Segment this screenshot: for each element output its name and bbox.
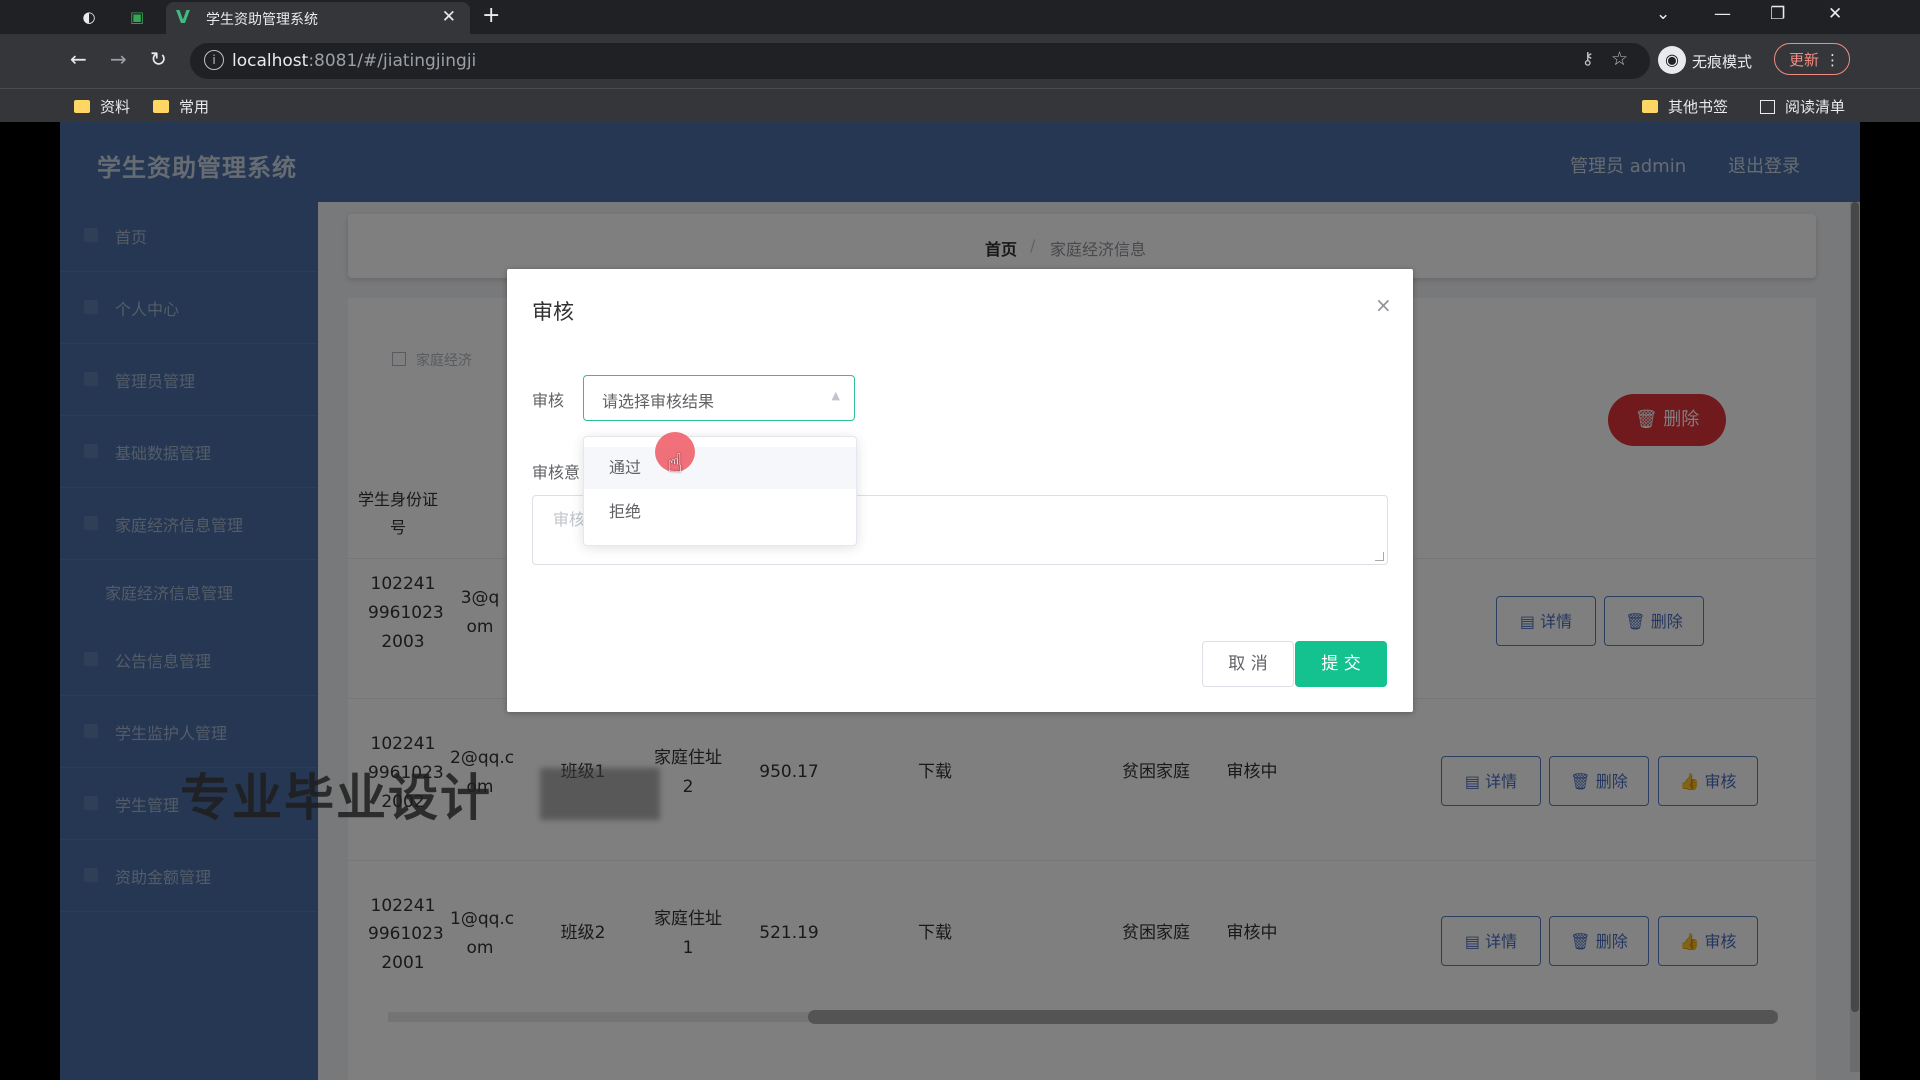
review-result-dropdown: 通过 拒绝 [583, 436, 857, 546]
select-placeholder: 请选择审核结果 [602, 392, 715, 411]
watermark-blur [540, 768, 660, 820]
back-icon[interactable]: ← [70, 47, 87, 71]
page-viewport: 学生资助管理系统 管理员 admin 退出登录 首页 个人中心 管理员管理 基础… [60, 122, 1860, 1080]
reload-icon[interactable]: ↻ [150, 47, 167, 71]
reading-list-label: 阅读清单 [1785, 98, 1846, 116]
password-key-icon[interactable]: ⚷ [1582, 49, 1594, 69]
url-path: :8081/#/jiatingjingji [308, 51, 477, 71]
browser-app-icon[interactable]: ◐ [78, 6, 100, 28]
reading-list-icon [1760, 100, 1775, 114]
incognito-icon: ◉ [1658, 46, 1686, 74]
review-result-select[interactable]: 请选择审核结果 ▲ [583, 375, 855, 421]
folder-icon [74, 100, 90, 113]
bookmark-folder-2[interactable]: 常用 [153, 96, 209, 116]
close-icon[interactable]: × [1375, 293, 1392, 317]
new-tab-button[interactable]: + [482, 3, 500, 28]
watermark-text: 专业毕业设计 [180, 769, 492, 827]
review-dialog: 审核 × 审核 请选择审核结果 ▲ 审核意 审核 通过 拒绝 取 消 提 交 [507, 269, 1413, 712]
bookmark-label: 常用 [179, 98, 210, 116]
opinion-field-label: 审核意 [532, 463, 581, 482]
restore-icon[interactable]: ❐ [1770, 4, 1785, 24]
reading-list[interactable]: 阅读清单 [1760, 96, 1845, 116]
minimize-icon[interactable]: — [1714, 4, 1731, 24]
browser-tab-active[interactable]: V 学生资助管理系统 ✕ [166, 2, 470, 34]
incognito-label: 无痕模式 [1692, 53, 1753, 71]
browser-tab-bar: ◐ ▣ V 学生资助管理系统 ✕ + ⌄ — ❐ ✕ [0, 0, 1920, 34]
tab-search-icon[interactable]: ⌄ [1656, 4, 1670, 24]
menu-dots-icon[interactable]: ⋮ [1825, 44, 1840, 76]
dialog-title: 审核 [532, 300, 574, 324]
bookmark-folder-1[interactable]: 资料 [74, 96, 130, 116]
tab-close-icon[interactable]: ✕ [442, 7, 456, 27]
sheets-tab-icon[interactable]: ▣ [126, 6, 148, 28]
tab-title: 学生资助管理系统 [206, 12, 318, 28]
address-bar: ← → ↻ i localhost:8081/#/jiatingjingji ⚷… [0, 34, 1920, 88]
update-button[interactable]: 更新 ⋮ [1774, 43, 1850, 75]
textarea-placeholder: 审核 [553, 510, 586, 529]
vue-logo-icon: V [176, 7, 190, 28]
bookmark-label: 资料 [100, 98, 131, 116]
url-host: localhost [232, 51, 309, 71]
bookmark-star-icon[interactable]: ☆ [1611, 48, 1628, 70]
review-field-label: 审核 [532, 391, 565, 410]
bookmarks-bar: 资料 常用 其他书签 阅读清单 [0, 88, 1920, 122]
update-label: 更新 [1789, 51, 1820, 69]
site-info-icon[interactable]: i [204, 50, 224, 70]
folder-icon [153, 100, 169, 113]
url-field[interactable]: i localhost:8081/#/jiatingjingji ⚷ ☆ [190, 43, 1650, 79]
cancel-button[interactable]: 取 消 [1202, 641, 1294, 687]
folder-icon [1642, 100, 1658, 113]
option-reject[interactable]: 拒绝 [584, 491, 856, 533]
option-approve[interactable]: 通过 [584, 447, 856, 489]
resize-handle-icon[interactable] [1375, 552, 1384, 561]
hand-cursor-icon: ☝ [667, 449, 683, 479]
submit-button[interactable]: 提 交 [1295, 641, 1387, 687]
chevron-up-icon: ▲ [831, 389, 840, 402]
other-bookmarks[interactable]: 其他书签 [1642, 96, 1728, 116]
other-bookmarks-label: 其他书签 [1668, 98, 1729, 116]
window-close-icon[interactable]: ✕ [1828, 4, 1842, 24]
forward-icon[interactable]: → [110, 47, 127, 71]
